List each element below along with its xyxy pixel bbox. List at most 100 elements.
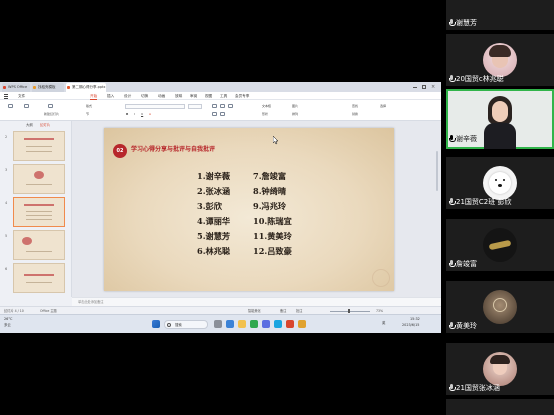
align-right-icon[interactable] xyxy=(228,104,233,108)
tab-label: WPS Office xyxy=(8,85,28,89)
mic-on-icon xyxy=(449,135,456,142)
tencent-meeting-icon[interactable] xyxy=(274,320,282,328)
tab-outline[interactable]: 大纲 xyxy=(26,123,33,127)
menu-member[interactable]: 会员专享 xyxy=(235,92,249,100)
picture-button[interactable]: 图片 xyxy=(292,104,298,108)
font-color-icon[interactable]: A xyxy=(149,112,151,116)
menu-bar: 文件 开始 插入 设计 切换 动画 放映 审阅 视图 工具 会员专享 xyxy=(0,92,441,100)
start-menu-icon[interactable] xyxy=(152,320,160,328)
participant-name-entry: 1.谢辛薇 xyxy=(197,171,231,181)
minimize-icon[interactable] xyxy=(413,87,417,88)
menu-review[interactable]: 审阅 xyxy=(190,92,197,100)
weather-temp[interactable]: 26°C xyxy=(4,317,12,322)
slide-title: 学习心得分享与批评与自我批评 xyxy=(131,146,216,153)
slide-thumbnail[interactable] xyxy=(13,164,65,194)
decorative-seal-icon xyxy=(372,269,390,287)
thumb-number: 6 xyxy=(5,267,8,271)
menu-design[interactable]: 设计 xyxy=(124,92,131,100)
underline-icon[interactable]: U xyxy=(141,112,143,116)
layout-button[interactable]: 版式 xyxy=(86,104,92,108)
app-icon[interactable] xyxy=(298,320,306,328)
menu-file[interactable]: 文件 xyxy=(18,92,25,100)
participant-name-label: 21国贸张冰涵 xyxy=(449,384,500,393)
numbering-icon[interactable] xyxy=(220,112,225,116)
close-icon[interactable]: × xyxy=(431,84,435,90)
bold-icon[interactable]: B xyxy=(126,112,128,116)
participant-avatar xyxy=(483,43,517,77)
menu-slideshow[interactable]: 放映 xyxy=(175,92,182,100)
section-button[interactable]: 节 xyxy=(86,112,89,116)
paste-icon[interactable] xyxy=(8,104,13,108)
replace-button[interactable]: 替换 xyxy=(352,112,358,116)
bullets-icon[interactable] xyxy=(212,112,217,116)
window-controls: × xyxy=(413,84,437,90)
participant-name-entry: 8.钟绮晴 xyxy=(253,186,287,196)
mic-muted-icon xyxy=(449,384,456,391)
font-name-select[interactable] xyxy=(125,104,185,109)
tab-current-presentation[interactable]: 第二期心得分享.pptx xyxy=(66,83,106,92)
menu-tools[interactable]: 工具 xyxy=(220,92,227,100)
align-center-icon[interactable] xyxy=(220,104,225,108)
ime-indicator[interactable]: 英 xyxy=(382,321,385,326)
clock-time[interactable]: 15:32 xyxy=(410,317,420,322)
slide-thumbnail-selected[interactable] xyxy=(13,197,65,227)
menu-animations[interactable]: 动画 xyxy=(158,92,165,100)
participant-tile-partial[interactable] xyxy=(446,399,554,415)
tab-slides[interactable]: 幻灯片 xyxy=(40,123,50,127)
hamburger-menu-icon[interactable] xyxy=(4,93,18,99)
mic-muted-icon xyxy=(449,198,456,205)
taskbar-search-box[interactable]: 搜索 xyxy=(164,320,208,329)
slide-thumbnail[interactable] xyxy=(13,131,65,161)
menu-transitions[interactable]: 切换 xyxy=(141,92,148,100)
task-view-icon[interactable] xyxy=(214,320,222,328)
menu-insert[interactable]: 插入 xyxy=(107,92,114,100)
document-tab-bar: WPS Office 找稻壳模板 第二期心得分享.pptx × xyxy=(0,82,441,92)
menu-view[interactable]: 视图 xyxy=(205,92,212,100)
format-painter-icon[interactable] xyxy=(24,104,29,108)
participant-name-label: 黄美玲 xyxy=(449,322,477,331)
italic-icon[interactable]: I xyxy=(134,112,135,116)
participant-tile[interactable]: 谢慧芳 xyxy=(446,0,554,30)
ribbon-toolbar: 新建幻灯片 版式 节 B I U A 文本框 形状 图片 排列 查找 替换 选择 xyxy=(0,100,441,121)
tab-wps-office[interactable]: WPS Office xyxy=(2,83,30,92)
participant-name-label: 20国贸c林兆聪 xyxy=(449,75,504,84)
participant-name-entry: 7.詹竣富 xyxy=(253,171,287,181)
file-explorer-icon[interactable] xyxy=(238,320,246,328)
zoom-slider[interactable] xyxy=(330,309,370,313)
participant-tile[interactable]: 21国贸C2班 彭欣 xyxy=(446,157,554,209)
participant-tile[interactable]: 黄美玲 xyxy=(446,281,554,333)
participant-tile[interactable]: 詹竣富 xyxy=(446,219,554,271)
font-size-select[interactable] xyxy=(188,104,202,109)
participant-tile[interactable]: 20国贸c林兆聪 xyxy=(446,34,554,86)
wps-taskbar-icon[interactable] xyxy=(286,320,294,328)
slide-thumbnail[interactable] xyxy=(13,230,65,260)
menu-home[interactable]: 开始 xyxy=(90,92,98,100)
new-slide-button[interactable]: 新建幻灯片 xyxy=(44,112,59,116)
notes-placeholder: 单击此处添加备注 xyxy=(78,300,104,304)
select-button[interactable]: 选择 xyxy=(380,104,386,108)
participant-name-entry: 4.谭丽华 xyxy=(197,216,231,226)
maximize-icon[interactable] xyxy=(422,85,426,89)
participant-name-entry: 2.张冰涵 xyxy=(197,186,231,196)
mic-muted-icon xyxy=(449,75,456,82)
participant-name-entry: 5.谢慧芳 xyxy=(197,231,231,241)
participant-name-entry: 3.彭欣 xyxy=(197,201,222,211)
tab-docer-templates[interactable]: 找稻壳模板 xyxy=(32,83,64,92)
textbox-button[interactable]: 文本框 xyxy=(262,104,271,108)
wechat-icon[interactable] xyxy=(250,320,258,328)
vertical-scrollbar[interactable] xyxy=(436,151,438,191)
new-slide-icon[interactable] xyxy=(48,104,53,108)
windows-taskbar: 26°C 多云 搜索 英 15:32 2023/6/15 xyxy=(0,314,441,333)
current-slide[interactable]: 02 学习心得分享与批评与自我批评 1.谢辛薇 2.张冰涵 3.彭欣 4.谭丽华… xyxy=(104,128,394,291)
shape-button[interactable]: 形状 xyxy=(262,112,268,116)
edge-browser-icon[interactable] xyxy=(226,320,234,328)
slide-thumbnail[interactable] xyxy=(13,263,65,293)
participant-tile-active-speaker[interactable]: 谢辛薇 xyxy=(446,89,554,149)
participant-tile[interactable]: 21国贸张冰涵 xyxy=(446,343,554,395)
align-left-icon[interactable] xyxy=(212,104,217,108)
app-icon[interactable] xyxy=(262,320,270,328)
notes-pane[interactable]: 单击此处添加备注 xyxy=(72,297,441,306)
ppt-file-icon xyxy=(67,86,70,89)
find-button[interactable]: 查找 xyxy=(352,104,358,108)
arrange-button[interactable]: 排列 xyxy=(292,112,298,116)
